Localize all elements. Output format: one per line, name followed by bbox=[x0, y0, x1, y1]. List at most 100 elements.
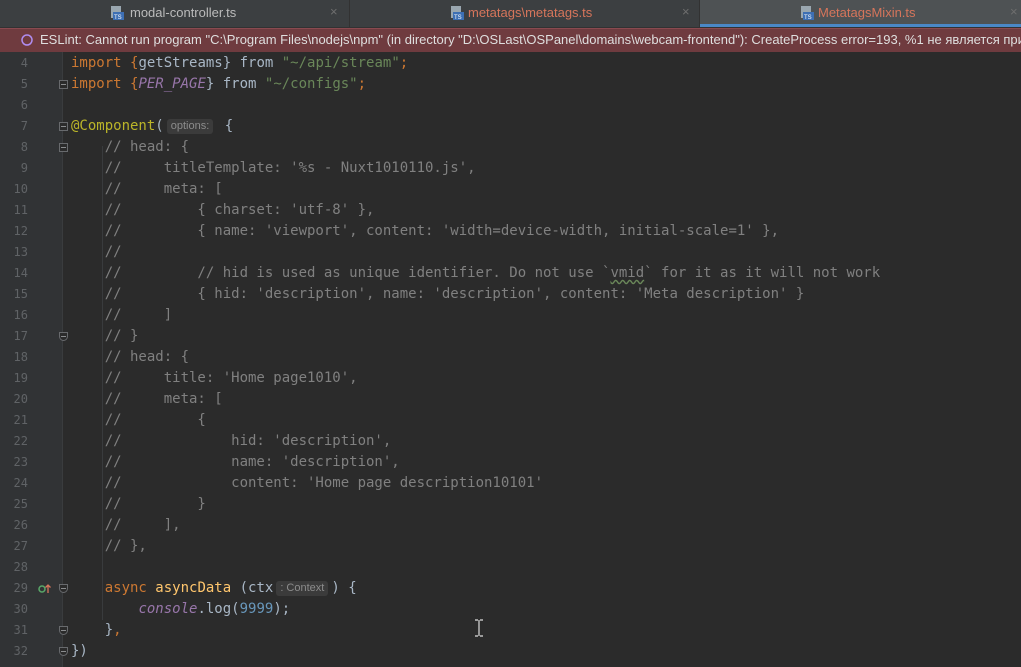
line-number: 4 bbox=[20, 56, 28, 70]
typescript-file-icon: TS bbox=[451, 6, 464, 20]
tab-metatags-mixin[interactable]: TS MetatagsMixin.ts × bbox=[699, 0, 1021, 27]
line-number: 28 bbox=[13, 560, 28, 574]
code-line: // // hid is used as unique identifier. … bbox=[71, 263, 880, 284]
code-line: async asyncData (ctx: Context) { bbox=[71, 578, 357, 599]
code-line: // } bbox=[71, 328, 139, 344]
code-line: // ], bbox=[71, 517, 181, 533]
eslint-error-banner[interactable]: ESLint: Cannot run program "C:\Program F… bbox=[0, 28, 1021, 52]
line-number: 13 bbox=[13, 245, 28, 259]
code-line: // head: { bbox=[71, 349, 190, 365]
line-number: 11 bbox=[13, 203, 28, 217]
fold-marker-icon[interactable] bbox=[59, 584, 68, 593]
code-line: // bbox=[71, 244, 122, 260]
fold-marker-icon[interactable] bbox=[59, 80, 68, 89]
svg-text:TS: TS bbox=[114, 15, 122, 20]
code-line: // { name: 'viewport', content: 'width=d… bbox=[71, 223, 780, 239]
line-number: 20 bbox=[13, 392, 28, 406]
code-line: // hid: 'description', bbox=[71, 433, 392, 449]
line-number: 15 bbox=[13, 287, 28, 301]
code-line: // head: { bbox=[71, 139, 190, 155]
type-hint: : Context bbox=[276, 581, 329, 596]
code-token: ; bbox=[357, 76, 367, 92]
code-token: ` for it as it will not work bbox=[644, 265, 881, 281]
fold-marker-icon[interactable] bbox=[59, 332, 68, 341]
code-token: getStreams bbox=[138, 55, 223, 71]
line-number: 9 bbox=[20, 161, 28, 175]
code-token: import { bbox=[71, 76, 139, 92]
code-line: // ] bbox=[71, 307, 173, 323]
fold-marker-icon[interactable] bbox=[59, 122, 68, 131]
typescript-file-icon: TS bbox=[111, 6, 124, 20]
code-token: @Component bbox=[71, 118, 156, 134]
code-token: } from bbox=[205, 76, 265, 92]
line-number: 27 bbox=[13, 539, 28, 553]
code-token: 9999 bbox=[239, 601, 274, 617]
line-number: 17 bbox=[13, 329, 28, 343]
spelling-warning[interactable]: vmid bbox=[610, 265, 644, 281]
editor-tab-bar: TS modal-controller.ts × TS metatags\met… bbox=[0, 0, 1021, 28]
code-line: // }, bbox=[71, 538, 147, 554]
code-token: } bbox=[71, 622, 114, 638]
parameter-hint: options: bbox=[166, 119, 214, 134]
code-line: }, bbox=[71, 620, 122, 641]
line-number: 24 bbox=[13, 476, 28, 490]
code-line: // titleTemplate: '%s - Nuxt1010110.js', bbox=[71, 160, 476, 176]
code-token: ( bbox=[155, 118, 164, 134]
code-line: // meta: [ bbox=[71, 391, 223, 407]
code-token: PER_PAGE bbox=[138, 76, 206, 92]
code-line: // { hid: 'description', name: 'descript… bbox=[71, 286, 805, 302]
implemented-method-icon[interactable] bbox=[38, 583, 52, 595]
code-token: asyncData bbox=[155, 580, 232, 596]
code-line: // title: 'Home page1010', bbox=[71, 370, 358, 386]
typescript-file-icon: TS bbox=[801, 6, 814, 20]
code-line: import {getStreams} from "~/api/stream"; bbox=[71, 53, 408, 74]
code-token: .log( bbox=[197, 601, 240, 617]
line-number: 25 bbox=[13, 497, 28, 511]
code-editor[interactable]: 4 5 6 7 8 9 10 11 12 13 14 15 16 17 18 1… bbox=[0, 52, 1021, 667]
code-line: // { bbox=[71, 412, 206, 428]
line-number: 22 bbox=[13, 434, 28, 448]
code-line: import {PER_PAGE} from "~/configs"; bbox=[71, 74, 366, 95]
code-line: // meta: [ bbox=[71, 181, 223, 197]
code-token: ; bbox=[399, 55, 409, 71]
line-number: 32 bbox=[13, 644, 28, 658]
code-token: , bbox=[113, 622, 122, 638]
line-number: 7 bbox=[20, 119, 28, 133]
line-number: 26 bbox=[13, 518, 28, 532]
code-line: // { charset: 'utf-8' }, bbox=[71, 202, 375, 218]
line-number: 12 bbox=[13, 224, 28, 238]
svg-text:TS: TS bbox=[454, 15, 462, 20]
line-number: 21 bbox=[13, 413, 28, 427]
tab-close-icon[interactable]: × bbox=[1010, 4, 1018, 19]
fold-marker-icon[interactable] bbox=[59, 626, 68, 635]
line-number: 16 bbox=[13, 308, 28, 322]
line-number: 6 bbox=[20, 98, 28, 112]
code-line: console.log(9999); bbox=[71, 599, 290, 620]
code-token: } from bbox=[222, 55, 282, 71]
tab-metatags[interactable]: TS metatags\metatags.ts × bbox=[349, 0, 699, 27]
tab-close-icon[interactable]: × bbox=[330, 4, 338, 19]
fold-marker-icon[interactable] bbox=[59, 647, 68, 656]
code-line: // content: 'Home page description10101' bbox=[71, 475, 544, 491]
code-line: @Component(options: { bbox=[71, 116, 233, 137]
line-number: 5 bbox=[20, 77, 28, 91]
tab-close-icon[interactable]: × bbox=[682, 4, 690, 19]
line-number: 29 bbox=[13, 581, 28, 595]
code-token: "~/api/stream" bbox=[281, 55, 400, 71]
line-number: 31 bbox=[13, 623, 28, 637]
code-token: ) { bbox=[331, 580, 357, 596]
tab-label: modal-controller.ts bbox=[130, 5, 237, 20]
text-cursor-icon bbox=[475, 619, 483, 637]
code-token: async bbox=[71, 580, 156, 596]
code-line: // name: 'description', bbox=[71, 454, 400, 470]
line-number: 10 bbox=[13, 182, 28, 196]
code-token: // // hid is used as unique identifier. … bbox=[71, 265, 611, 281]
tab-modal-controller[interactable]: TS modal-controller.ts × bbox=[0, 0, 349, 27]
line-number: 14 bbox=[13, 266, 28, 280]
tab-label: metatags\metatags.ts bbox=[468, 5, 593, 20]
code-token: "~/configs" bbox=[264, 76, 358, 92]
eslint-error-icon bbox=[21, 34, 33, 46]
line-number: 30 bbox=[13, 602, 28, 616]
fold-marker-icon[interactable] bbox=[59, 143, 68, 152]
